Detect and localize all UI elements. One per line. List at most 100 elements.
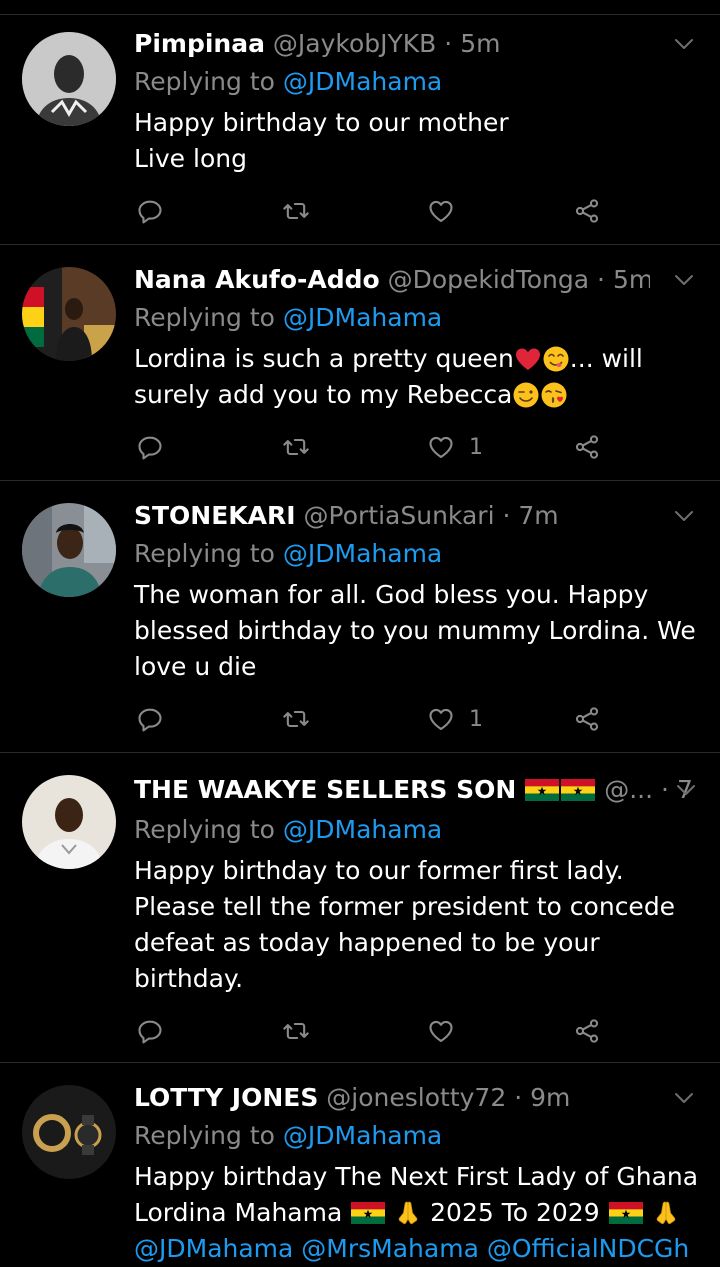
share-button[interactable] bbox=[573, 427, 601, 467]
chevron-down-icon[interactable] bbox=[674, 37, 694, 51]
tweet-text: Lordina is such a pretty queen ... will s… bbox=[134, 341, 692, 413]
ghana-flag-icon bbox=[561, 779, 595, 801]
replying-to: Replying to @JDMahama bbox=[134, 539, 442, 568]
chevron-down-icon[interactable] bbox=[674, 1091, 694, 1105]
red-heart-emoji bbox=[514, 345, 542, 373]
separator: · bbox=[661, 775, 669, 804]
timestamp[interactable]: 5m bbox=[613, 265, 650, 294]
folded-hands-emoji bbox=[652, 1199, 680, 1227]
user-name[interactable]: LOTTY JONES bbox=[134, 1083, 318, 1112]
like-button[interactable]: 1 bbox=[427, 699, 483, 739]
mention-link[interactable]: @JDMahama bbox=[283, 539, 442, 568]
like-count: 1 bbox=[469, 434, 483, 460]
text-line: Happy birthday The Next First Lady of Gh… bbox=[134, 1162, 699, 1191]
mention-link[interactable]: @JDMahama bbox=[283, 1121, 442, 1150]
chevron-down-icon[interactable] bbox=[674, 509, 694, 523]
text-segment: ... will bbox=[569, 344, 643, 373]
tweet[interactable]: Pimpinaa @JaykobJYKB · 5m Replying to @J… bbox=[0, 14, 720, 245]
reply-button[interactable] bbox=[136, 191, 164, 231]
timestamp[interactable]: 5m bbox=[460, 29, 500, 58]
tweet[interactable]: LOTTY JONES @joneslotty72 · 9m Replying … bbox=[0, 1062, 720, 1263]
reply-icon bbox=[136, 433, 164, 461]
folded-hands-emoji bbox=[394, 1199, 422, 1227]
user-name[interactable]: STONEKARI bbox=[134, 501, 296, 530]
user-name[interactable]: Pimpinaa bbox=[134, 29, 265, 58]
ghana-flag-icon bbox=[351, 1202, 385, 1224]
avatar[interactable] bbox=[22, 1085, 116, 1179]
text-line: surely add you to my Rebecca bbox=[134, 377, 692, 413]
reply-button[interactable] bbox=[136, 427, 164, 467]
like-icon bbox=[427, 433, 455, 461]
text-segment: Lordina is such a pretty queen bbox=[134, 344, 514, 373]
text-segment: surely add you to my Rebecca bbox=[134, 380, 513, 409]
text-line: birthday. bbox=[134, 964, 244, 993]
replying-to: Replying to @JDMahama bbox=[134, 1121, 442, 1150]
tweet[interactable]: STONEKARI @PortiaSunkari · 7m Replying t… bbox=[0, 480, 720, 753]
avatar[interactable] bbox=[22, 775, 116, 869]
tweet-text: Happy birthday The Next First Lady of Gh… bbox=[134, 1159, 699, 1267]
replying-prefix: Replying to bbox=[134, 815, 275, 844]
chevron-down-icon[interactable] bbox=[676, 783, 696, 797]
user-name[interactable]: Nana Akufo-Addo bbox=[134, 265, 380, 294]
user-handle[interactable]: @PortiaSunkari bbox=[304, 501, 495, 530]
kissing-face-emoji bbox=[540, 381, 568, 409]
tweet-text: Happy birthday to our mother Live long bbox=[134, 105, 692, 177]
text-line: Lordina Mahama 2025 To 2029 bbox=[134, 1195, 692, 1231]
mentions-line[interactable]: @JDMahama @MrsMahama @OfficialNDCGh bbox=[134, 1231, 692, 1267]
timestamp[interactable]: 7m bbox=[518, 501, 558, 530]
user-handle[interactable]: @JaykobJYKB bbox=[273, 29, 436, 58]
share-button[interactable] bbox=[573, 191, 601, 231]
tweet-actions: 1 bbox=[0, 699, 720, 739]
mention-link[interactable]: @JDMahama bbox=[283, 303, 442, 332]
tweet[interactable]: Nana Akufo-Addo @DopekidTonga · 5m Reply… bbox=[0, 244, 720, 481]
like-icon bbox=[427, 197, 455, 225]
tweet-actions bbox=[0, 1011, 720, 1051]
text-line: The woman for all. God bless you. Happy bbox=[134, 580, 649, 609]
chevron-down-icon[interactable] bbox=[674, 273, 694, 287]
replying-to: Replying to @JDMahama bbox=[134, 815, 442, 844]
retweet-button[interactable] bbox=[282, 699, 310, 739]
tweet-header: THE WAAKYE SELLERS SON @... · 7m bbox=[134, 775, 692, 804]
like-button[interactable] bbox=[427, 191, 469, 231]
user-handle[interactable]: @... bbox=[604, 775, 653, 804]
text-line: Happy birthday to our former first lady. bbox=[134, 856, 624, 885]
user-handle[interactable]: @DopekidTonga bbox=[388, 265, 589, 294]
like-button[interactable] bbox=[427, 1011, 469, 1051]
tweet-header: LOTTY JONES @joneslotty72 · 9m bbox=[134, 1083, 650, 1112]
user-handle[interactable]: @joneslotty72 bbox=[326, 1083, 506, 1112]
tweet-text: Happy birthday to our former first lady.… bbox=[134, 853, 692, 997]
avatar[interactable] bbox=[22, 503, 116, 597]
avatar[interactable] bbox=[22, 267, 116, 361]
tweet-text: The woman for all. God bless you. Happy … bbox=[134, 577, 696, 685]
reply-button[interactable] bbox=[136, 1011, 164, 1051]
replying-to: Replying to @JDMahama bbox=[134, 67, 442, 96]
tweet-header: Nana Akufo-Addo @DopekidTonga · 5m bbox=[134, 265, 650, 294]
tweet-header: Pimpinaa @JaykobJYKB · 5m bbox=[134, 29, 650, 58]
retweet-button[interactable] bbox=[282, 1011, 310, 1051]
text-line: Happy birthday to our mother bbox=[134, 108, 509, 137]
ghana-flag-icon bbox=[609, 1202, 643, 1224]
mention-link[interactable]: @JDMahama bbox=[283, 67, 442, 96]
timestamp[interactable]: 9m bbox=[530, 1083, 570, 1112]
text-line: blessed birthday to you mummy Lordina. W… bbox=[134, 616, 696, 645]
share-icon bbox=[573, 433, 601, 461]
user-name[interactable]: THE WAAKYE SELLERS SON bbox=[134, 775, 516, 804]
share-button[interactable] bbox=[573, 1011, 601, 1051]
separator: · bbox=[597, 265, 605, 294]
tweet[interactable]: THE WAAKYE SELLERS SON @... · 7m Replyin… bbox=[0, 752, 720, 1063]
share-button[interactable] bbox=[573, 699, 601, 739]
tweet-header: STONEKARI @PortiaSunkari · 7m bbox=[134, 501, 650, 530]
retweet-icon bbox=[282, 197, 310, 225]
text-line: Lordina is such a pretty queen ... will bbox=[134, 341, 692, 377]
retweet-icon bbox=[282, 1017, 310, 1045]
text-line: Please tell the former president to conc… bbox=[134, 892, 676, 921]
text-segment: Lordina Mahama bbox=[134, 1198, 343, 1227]
like-button[interactable]: 1 bbox=[427, 427, 483, 467]
share-icon bbox=[573, 705, 601, 733]
reply-button[interactable] bbox=[136, 699, 164, 739]
avatar[interactable] bbox=[22, 32, 116, 126]
retweet-button[interactable] bbox=[282, 191, 310, 231]
mention-link[interactable]: @JDMahama bbox=[283, 815, 442, 844]
separator: · bbox=[514, 1083, 523, 1112]
retweet-button[interactable] bbox=[282, 427, 310, 467]
